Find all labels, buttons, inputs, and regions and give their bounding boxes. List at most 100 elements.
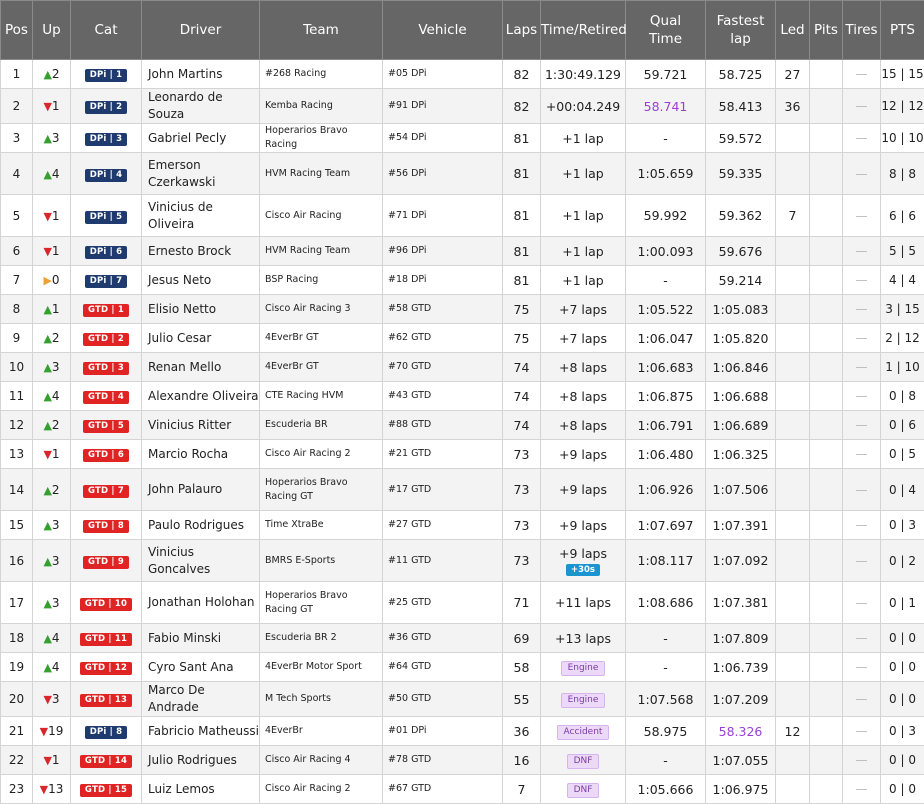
col-led[interactable]: Led [776,1,810,60]
driver-name[interactable]: John Martins [142,60,260,89]
table-row[interactable]: 22▼1GTD | 14Julio RodriguesCisco Air Rac… [1,746,924,775]
vehicle-name: #01 DPi [383,717,503,746]
team-name[interactable]: HVM Racing Team [260,153,383,195]
driver-name[interactable]: Marco De Andrade [142,682,260,717]
cat-cell: GTD | 14 [71,746,142,775]
tires-cell: — [843,440,881,469]
driver-name[interactable]: Marcio Rocha [142,440,260,469]
col-time[interactable]: Time/Retired [541,1,626,60]
table-row[interactable]: 16▲3GTD | 9Vinicius GoncalvesBMRS E-Spor… [1,540,924,582]
team-name[interactable]: Cisco Air Racing 3 [260,295,383,324]
pts-cell: 0 | 1 [881,582,924,624]
team-name[interactable]: Cisco Air Racing [260,195,383,237]
team-name[interactable]: Hoperarios Bravo Racing GT [260,469,383,511]
driver-name[interactable]: Julio Cesar [142,324,260,353]
driver-name[interactable]: Fabricio Matheussi [142,717,260,746]
driver-name[interactable]: Alexandre Oliveira [142,382,260,411]
team-name[interactable]: Hoperarios Bravo Racing GT [260,582,383,624]
time-value: +7 laps [559,302,607,317]
table-row[interactable]: 5▼1DPi | 5Vinicius de OliveiraCisco Air … [1,195,924,237]
driver-name[interactable]: Emerson Czerkawski [142,153,260,195]
table-row[interactable]: 17▲3GTD | 10Jonathan HolohanHoperarios B… [1,582,924,624]
team-name[interactable]: Escuderia BR [260,411,383,440]
driver-name[interactable]: John Palauro [142,469,260,511]
driver-name[interactable]: Gabriel Pecly [142,124,260,153]
table-row[interactable]: 1▲2DPi | 1John Martins#268 Racing#05 DPi… [1,60,924,89]
driver-name[interactable]: Vinicius Ritter [142,411,260,440]
table-row[interactable]: 20▼3GTD | 13Marco De AndradeM Tech Sport… [1,682,924,717]
driver-name[interactable]: Renan Mello [142,353,260,382]
team-name[interactable]: 4EverBr GT [260,353,383,382]
driver-name[interactable]: Elisio Netto [142,295,260,324]
table-row[interactable]: 19▲4GTD | 12Cyro Sant Ana4EverBr Motor S… [1,653,924,682]
category-badge: GTD | 13 [80,694,132,707]
team-name[interactable]: Time XtraBe [260,511,383,540]
table-row[interactable]: 18▲4GTD | 11Fabio MinskiEscuderia BR 2#3… [1,624,924,653]
col-cat[interactable]: Cat [71,1,142,60]
driver-name[interactable]: Luiz Lemos [142,775,260,804]
pos-cell: 10 [1,353,33,382]
team-name[interactable]: 4EverBr [260,717,383,746]
driver-name[interactable]: Jonathan Holohan [142,582,260,624]
table-row[interactable]: 2▼1DPi | 2Leonardo de SouzaKemba Racing#… [1,89,924,124]
team-name[interactable]: 4EverBr Motor Sport [260,653,383,682]
table-row[interactable]: 21▼19DPi | 8Fabricio Matheussi4EverBr#01… [1,717,924,746]
table-row[interactable]: 8▲1GTD | 1Elisio NettoCisco Air Racing 3… [1,295,924,324]
team-name[interactable]: BSP Racing [260,266,383,295]
driver-name[interactable]: Vinicius de Oliveira [142,195,260,237]
col-qual[interactable]: Qual Time [626,1,706,60]
driver-name[interactable]: Vinicius Goncalves [142,540,260,582]
col-pts[interactable]: PTS [881,1,924,60]
team-name[interactable]: Hoperarios Bravo Racing [260,124,383,153]
col-vehicle[interactable]: Vehicle [383,1,503,60]
col-driver[interactable]: Driver [142,1,260,60]
table-row[interactable]: 12▲2GTD | 5Vinicius RitterEscuderia BR#8… [1,411,924,440]
col-laps[interactable]: Laps [503,1,541,60]
qual-time-cell: 59.721 [626,60,706,89]
team-name[interactable]: 4EverBr GT [260,324,383,353]
team-name[interactable]: M Tech Sports [260,682,383,717]
driver-name[interactable]: Leonardo de Souza [142,89,260,124]
table-row[interactable]: 4▲4DPi | 4Emerson CzerkawskiHVM Racing T… [1,153,924,195]
table-row[interactable]: 14▲2GTD | 7John PalauroHoperarios Bravo … [1,469,924,511]
table-row[interactable]: 23▼13GTD | 15Luiz LemosCisco Air Racing … [1,775,924,804]
driver-name[interactable]: Cyro Sant Ana [142,653,260,682]
col-pos[interactable]: Pos [1,1,33,60]
team-name[interactable]: BMRS E-Sports [260,540,383,582]
table-row[interactable]: 10▲3GTD | 3Renan Mello4EverBr GT#70 GTD7… [1,353,924,382]
table-row[interactable]: 13▼1GTD | 6Marcio RochaCisco Air Racing … [1,440,924,469]
category-badge: GTD | 6 [83,449,129,462]
table-row[interactable]: 3▲3DPi | 3Gabriel PeclyHoperarios Bravo … [1,124,924,153]
laps-cell: 69 [503,624,541,653]
time-value: +1 lap [562,273,603,288]
vehicle-name: #21 GTD [383,440,503,469]
team-name[interactable]: HVM Racing Team [260,237,383,266]
table-row[interactable]: 9▲2GTD | 2Julio Cesar4EverBr GT#62 GTD75… [1,324,924,353]
col-tires[interactable]: Tires [843,1,881,60]
table-row[interactable]: 7▶0DPi | 7Jesus NetoBSP Racing#18 DPi81+… [1,266,924,295]
col-up[interactable]: Up [33,1,71,60]
driver-name[interactable]: Paulo Rodrigues [142,511,260,540]
up-cell: ▼1 [33,440,71,469]
table-row[interactable]: 15▲3GTD | 8Paulo RodriguesTime XtraBe#27… [1,511,924,540]
col-team[interactable]: Team [260,1,383,60]
col-pits[interactable]: Pits [810,1,843,60]
team-name[interactable]: Cisco Air Racing 2 [260,440,383,469]
team-name[interactable]: Cisco Air Racing 4 [260,746,383,775]
col-fastest[interactable]: Fastest lap [706,1,776,60]
table-row[interactable]: 6▼1DPi | 6Ernesto BrockHVM Racing Team#9… [1,237,924,266]
team-name[interactable]: Escuderia BR 2 [260,624,383,653]
driver-name[interactable]: Fabio Minski [142,624,260,653]
driver-name[interactable]: Ernesto Brock [142,237,260,266]
driver-name[interactable]: Jesus Neto [142,266,260,295]
table-row[interactable]: 11▲4GTD | 4Alexandre OliveiraCTE Racing … [1,382,924,411]
team-name[interactable]: Kemba Racing [260,89,383,124]
team-name[interactable]: Cisco Air Racing 2 [260,775,383,804]
cat-cell: GTD | 4 [71,382,142,411]
team-name[interactable]: #268 Racing [260,60,383,89]
category-badge: GTD | 8 [83,520,129,533]
position-change: 19 [48,724,63,738]
driver-name[interactable]: Julio Rodrigues [142,746,260,775]
fastest-lap-cell: 58.413 [706,89,776,124]
team-name[interactable]: CTE Racing HVM [260,382,383,411]
